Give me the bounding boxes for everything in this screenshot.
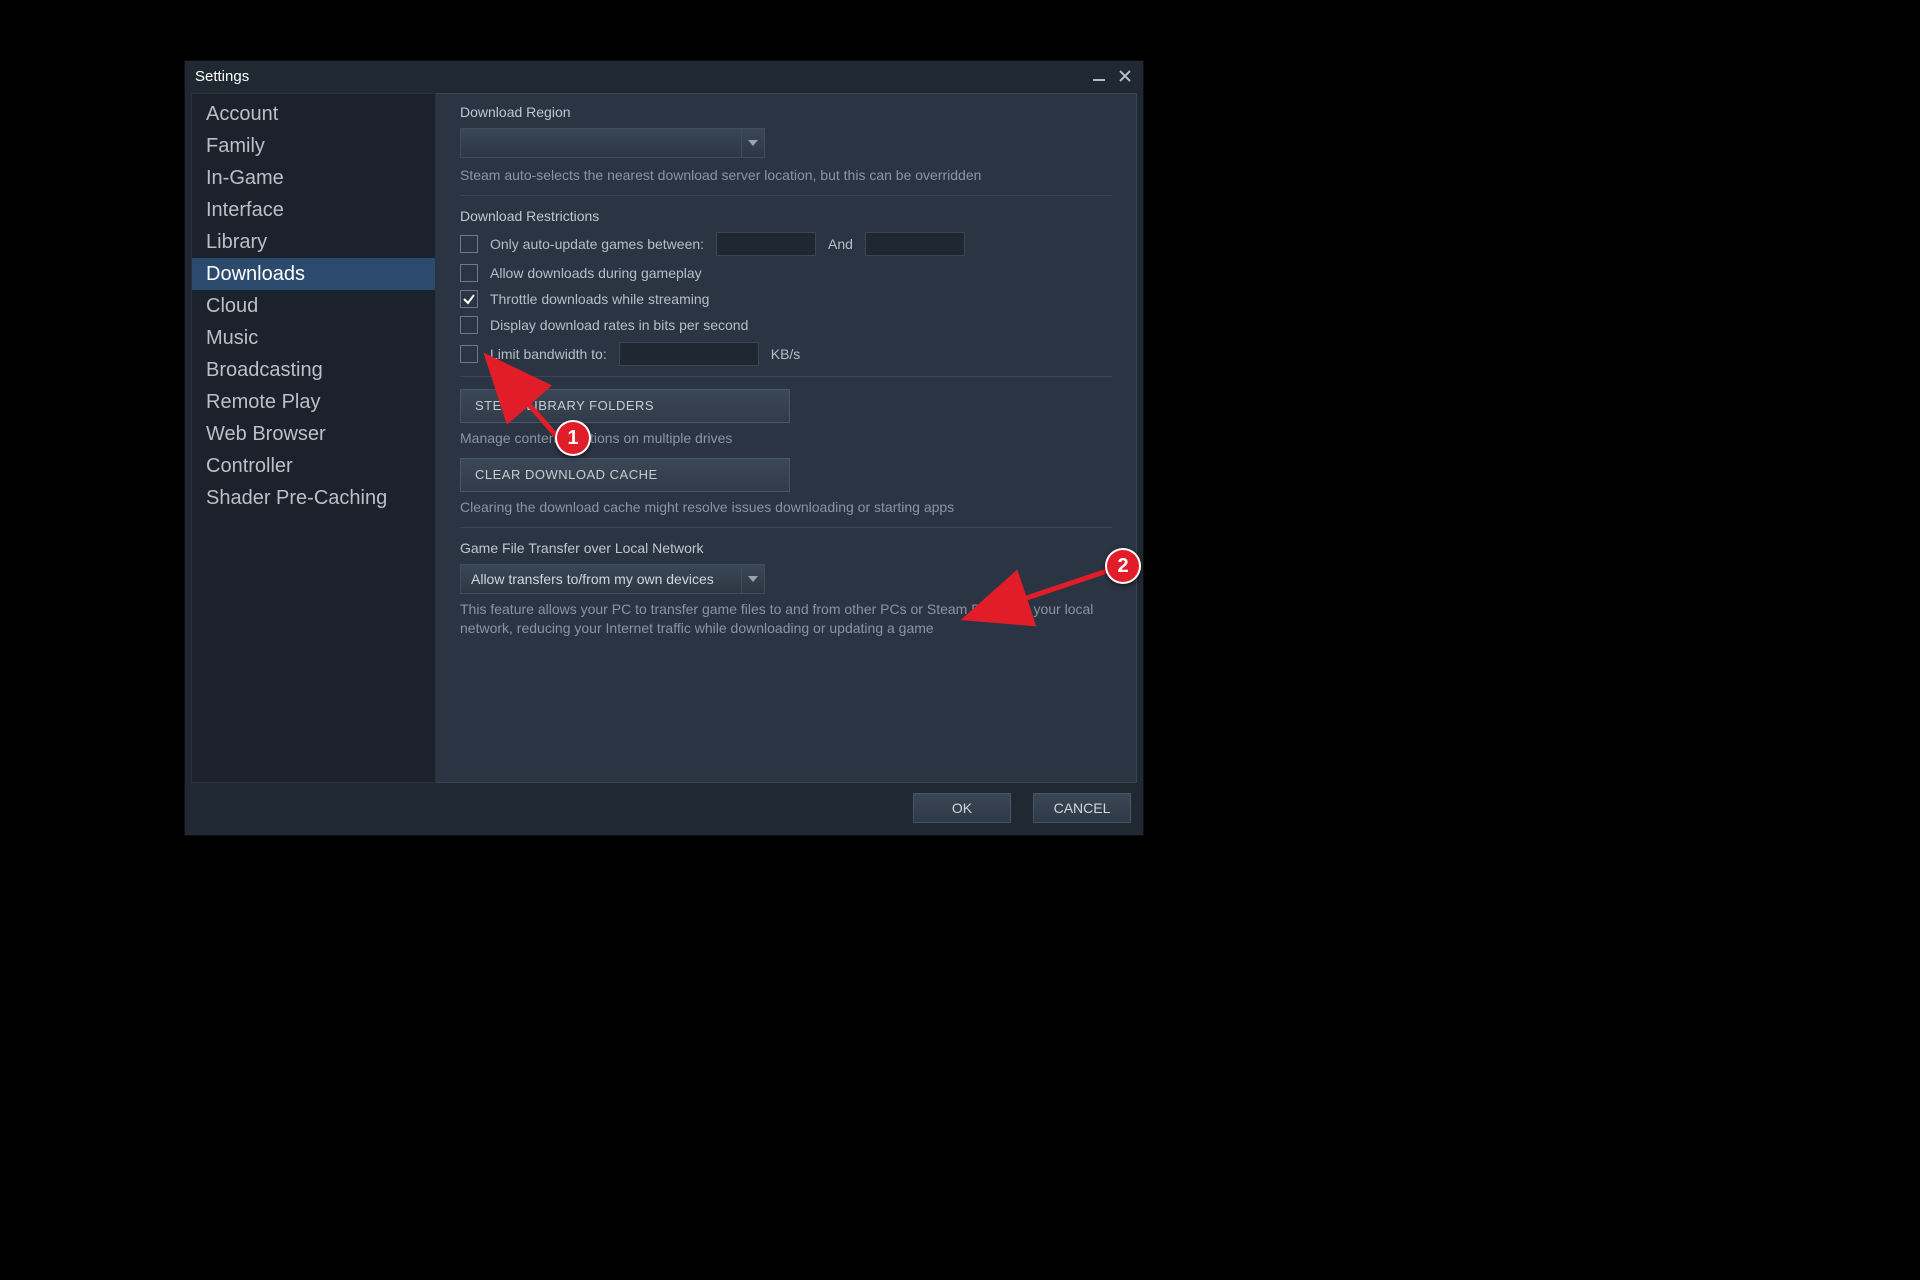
- sidebar-item-music[interactable]: Music: [192, 322, 435, 354]
- auto-update-window-checkbox[interactable]: [460, 235, 478, 253]
- throttle-streaming-checkbox[interactable]: [460, 290, 478, 308]
- sidebar-item-label: Controller: [206, 455, 293, 478]
- display-bits-label: Display download rates in bits per secon…: [490, 317, 748, 333]
- limit-bandwidth-input[interactable]: [619, 342, 759, 366]
- sidebar: Account Family In-Game Interface Library…: [191, 93, 436, 783]
- sidebar-item-broadcasting[interactable]: Broadcasting: [192, 354, 435, 386]
- sidebar-item-family[interactable]: Family: [192, 130, 435, 162]
- limit-bandwidth-checkbox[interactable]: [460, 345, 478, 363]
- steam-library-folders-help: Manage content locations on multiple dri…: [460, 429, 1112, 448]
- limit-bandwidth-unit: KB/s: [771, 346, 801, 362]
- sidebar-item-label: Downloads: [206, 263, 305, 286]
- window-title: Settings: [195, 68, 249, 85]
- cancel-button[interactable]: CANCEL: [1033, 793, 1131, 823]
- download-restrictions-heading: Download Restrictions: [460, 208, 1112, 224]
- button-label: CANCEL: [1054, 800, 1111, 816]
- sidebar-item-label: Shader Pre-Caching: [206, 487, 387, 510]
- auto-update-start-input[interactable]: [716, 232, 816, 256]
- sidebar-item-label: Remote Play: [206, 391, 321, 414]
- download-region-heading: Download Region: [460, 104, 1112, 120]
- auto-update-and-label: And: [828, 236, 853, 252]
- lan-transfer-select[interactable]: Allow transfers to/from my own devices: [460, 564, 765, 594]
- lan-transfer-value: Allow transfers to/from my own devices: [461, 565, 741, 593]
- allow-during-gameplay-checkbox[interactable]: [460, 264, 478, 282]
- sidebar-item-label: Library: [206, 231, 267, 254]
- button-label: CLEAR DOWNLOAD CACHE: [475, 467, 658, 482]
- chevron-down-icon: [741, 129, 764, 157]
- sidebar-item-controller[interactable]: Controller: [192, 450, 435, 482]
- auto-update-window-label: Only auto-update games between:: [490, 236, 704, 252]
- sidebar-item-downloads[interactable]: Downloads: [192, 258, 435, 290]
- dialog-footer: OK CANCEL: [913, 793, 1131, 823]
- sidebar-item-remote-play[interactable]: Remote Play: [192, 386, 435, 418]
- sidebar-item-label: Broadcasting: [206, 359, 323, 382]
- allow-during-gameplay-label: Allow downloads during gameplay: [490, 265, 702, 281]
- clear-download-cache-help: Clearing the download cache might resolv…: [460, 498, 1112, 517]
- auto-update-end-input[interactable]: [865, 232, 965, 256]
- sidebar-item-label: Family: [206, 135, 265, 158]
- minimize-button[interactable]: [1091, 68, 1107, 84]
- download-region-select[interactable]: [460, 128, 765, 158]
- sidebar-item-label: Music: [206, 327, 258, 350]
- lan-transfer-heading: Game File Transfer over Local Network: [460, 540, 1112, 556]
- sidebar-item-label: In-Game: [206, 167, 284, 190]
- sidebar-item-in-game[interactable]: In-Game: [192, 162, 435, 194]
- sidebar-item-shader-precaching[interactable]: Shader Pre-Caching: [192, 482, 435, 514]
- close-button[interactable]: [1117, 68, 1133, 84]
- titlebar[interactable]: Settings: [185, 61, 1143, 91]
- steam-library-folders-button[interactable]: STEAM LIBRARY FOLDERS: [460, 389, 790, 423]
- sidebar-item-web-browser[interactable]: Web Browser: [192, 418, 435, 450]
- sidebar-item-cloud[interactable]: Cloud: [192, 290, 435, 322]
- download-region-help: Steam auto-selects the nearest download …: [460, 166, 1112, 185]
- divider: [460, 195, 1112, 196]
- ok-button[interactable]: OK: [913, 793, 1011, 823]
- button-label: STEAM LIBRARY FOLDERS: [475, 398, 654, 413]
- divider: [460, 527, 1112, 528]
- sidebar-item-label: Interface: [206, 199, 284, 222]
- lan-transfer-help: This feature allows your PC to transfer …: [460, 600, 1100, 638]
- divider: [460, 376, 1112, 377]
- display-bits-checkbox[interactable]: [460, 316, 478, 334]
- sidebar-item-label: Account: [206, 103, 278, 126]
- button-label: OK: [952, 800, 972, 816]
- settings-window: Settings Account Family In-Game Interfac…: [185, 61, 1143, 835]
- downloads-panel: Download Region Steam auto-selects the n…: [436, 93, 1137, 783]
- chevron-down-icon: [741, 565, 764, 593]
- limit-bandwidth-label: Limit bandwidth to:: [490, 346, 607, 362]
- sidebar-item-interface[interactable]: Interface: [192, 194, 435, 226]
- clear-download-cache-button[interactable]: CLEAR DOWNLOAD CACHE: [460, 458, 790, 492]
- throttle-streaming-label: Throttle downloads while streaming: [490, 291, 709, 307]
- download-region-value: [461, 129, 741, 157]
- sidebar-item-library[interactable]: Library: [192, 226, 435, 258]
- sidebar-item-label: Cloud: [206, 295, 258, 318]
- sidebar-item-account[interactable]: Account: [192, 98, 435, 130]
- sidebar-item-label: Web Browser: [206, 423, 326, 446]
